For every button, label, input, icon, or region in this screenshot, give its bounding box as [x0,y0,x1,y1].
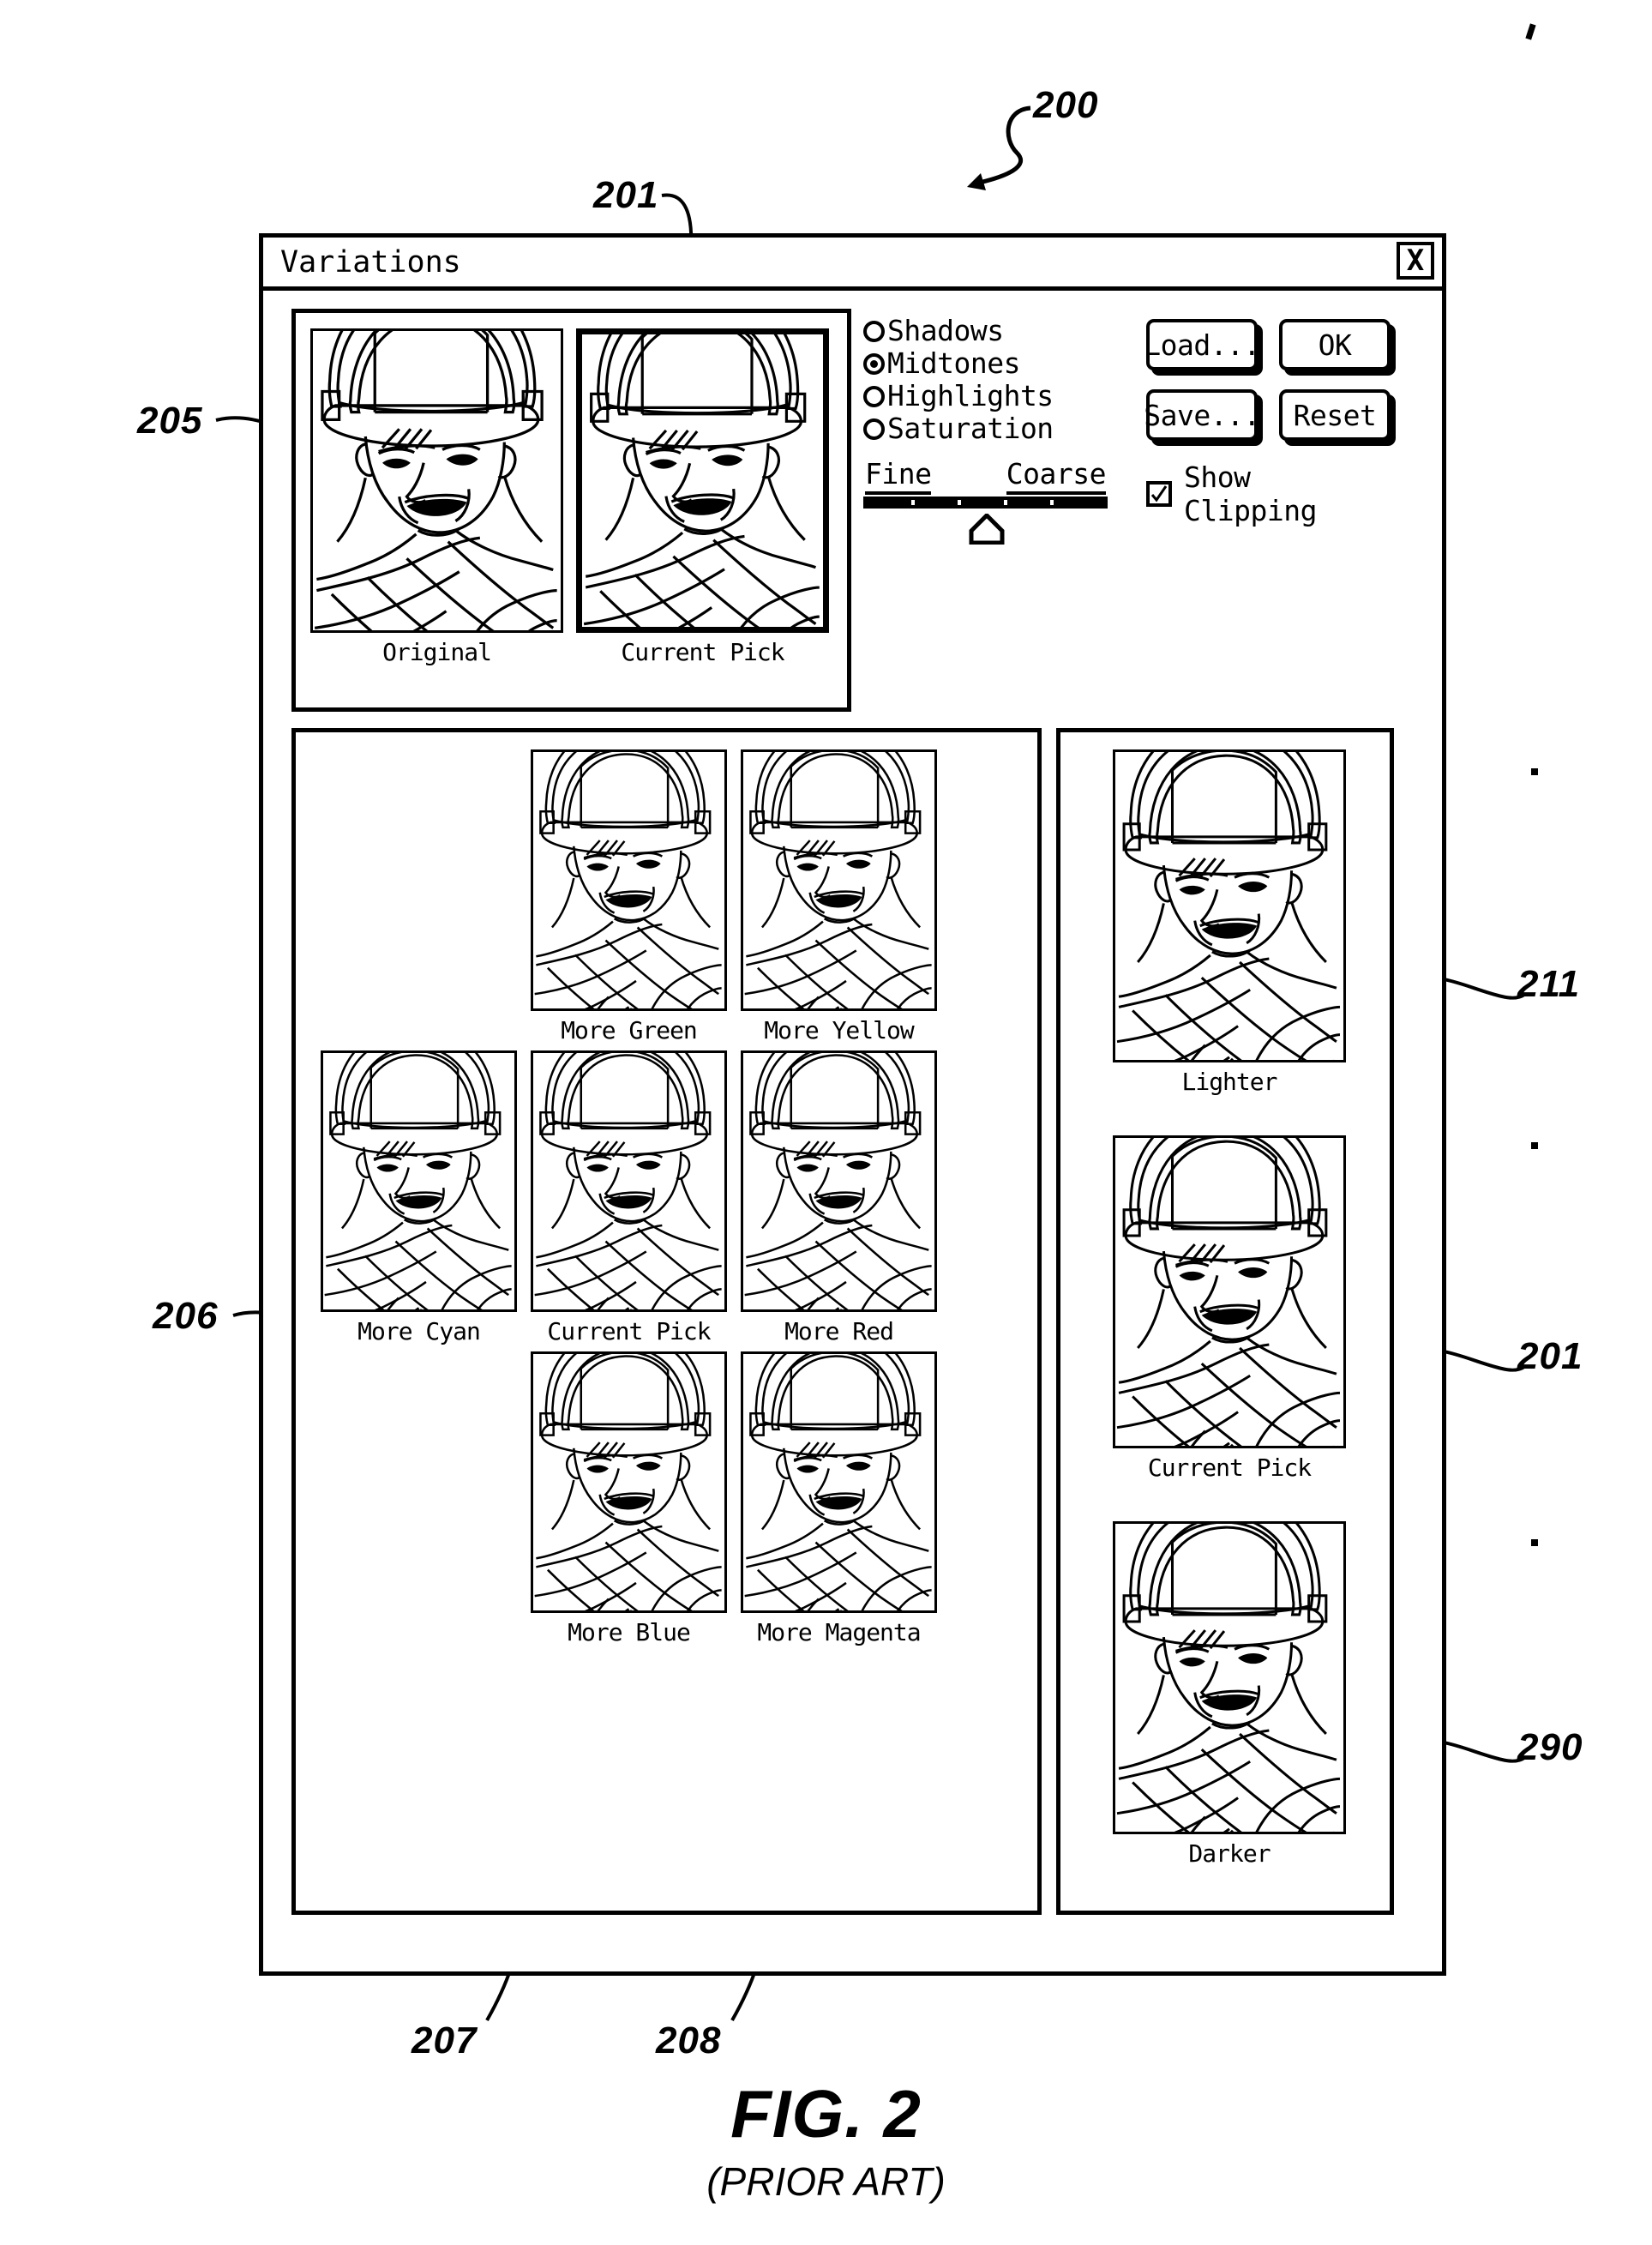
brightness-variations-column: Lighter Current Pick Darker [1056,728,1394,1915]
preview-panel: Original Current Pick [291,309,851,712]
variation-brightness-current-pick[interactable]: Current Pick [1113,1135,1346,1484]
save-button[interactable]: Save... [1144,389,1260,441]
load-button-label: Load... [1144,328,1260,362]
preview-original[interactable]: Original [310,328,563,668]
radio-midtones-label: Midtones [887,346,1020,380]
radio-circle-selected-icon[interactable] [863,352,885,375]
color-variations-grid: More Green More Yellow More Cyan Current… [291,728,1042,1915]
tonal-range-radio-group: Shadows Midtones Highlights Saturation [863,315,1054,445]
slider-tick [1050,500,1054,505]
dialog-title: Variations [280,245,461,280]
callout-207: 207 [411,2019,478,2061]
thumbnail-more-green[interactable] [531,749,727,1011]
thumbnail-more-yellow[interactable] [741,749,937,1011]
variations-dialog: Variations X Original Current Pick Shado… [259,233,1446,1976]
thumbnail-more-red[interactable] [741,1050,937,1312]
radio-midtones[interactable]: Midtones [863,347,1054,380]
scan-speck [1531,1142,1538,1149]
callout-201-right: 201 [1517,1335,1583,1377]
slider-coarse-label: Coarse [1006,457,1107,495]
variation-more-cyan-label: More Cyan [357,1317,481,1345]
variation-more-cyan[interactable]: More Cyan [321,1050,517,1347]
radio-shadows[interactable]: Shadows [863,315,1054,347]
variation-more-magenta[interactable]: More Magenta [741,1351,937,1648]
radio-circle-icon[interactable] [863,320,885,342]
slider-tick [1004,500,1007,505]
variation-more-red-label: More Red [784,1317,894,1345]
checkbox-checked-icon[interactable] [1146,481,1172,507]
dialog-titlebar: Variations X [263,238,1442,291]
variation-darker-label: Darker [1188,1839,1271,1868]
variation-more-yellow-label: More Yellow [764,1016,914,1044]
thumbnail-more-cyan[interactable] [321,1050,517,1312]
patent-figure-page: 200 201 205 203 202 201 204 206 211 201 … [0,0,1652,2245]
variation-more-red[interactable]: More Red [741,1050,937,1347]
radio-saturation-label: Saturation [887,412,1054,445]
thumbnail-darker[interactable] [1113,1521,1346,1834]
callout-205: 205 [137,400,203,442]
reset-button[interactable]: Reset [1279,389,1391,441]
thumbnail-brightness-current-pick[interactable] [1113,1135,1346,1448]
radio-circle-icon[interactable] [863,418,885,440]
slider-fine-label: Fine [865,457,932,495]
callout-200: 200 [1033,84,1099,126]
variation-lighter-label: Lighter [1181,1068,1277,1096]
show-clipping-label: Show Clipping [1184,460,1317,527]
variation-more-blue-label: More Blue [568,1618,691,1646]
close-x-icon[interactable]: X [1397,242,1434,280]
thumbnail-grid-current-pick[interactable] [531,1050,727,1312]
variation-more-magenta-label: More Magenta [757,1618,921,1646]
radio-highlights-label: Highlights [887,379,1054,412]
variation-current-pick[interactable]: Current Pick [531,1050,727,1347]
callout-208: 208 [656,2019,722,2061]
controls-panel: Shadows Midtones Highlights Saturation F [863,315,1395,545]
variation-more-green-label: More Green [561,1016,698,1044]
fine-coarse-slider[interactable]: Fine Coarse [863,457,1108,545]
callout-290: 290 [1517,1726,1583,1768]
variation-more-green[interactable]: More Green [531,749,727,1046]
scan-speck [1525,23,1536,40]
thumbnail-lighter[interactable] [1113,749,1346,1062]
slider-labels: Fine Coarse [863,457,1108,495]
figure-label: FIG. 2 [730,2076,922,2152]
thumbnail-more-magenta[interactable] [741,1351,937,1613]
scan-speck [1531,1539,1538,1546]
radio-shadows-label: Shadows [887,314,1004,347]
show-clipping-row[interactable]: Show Clipping [1146,460,1395,527]
variation-lighter[interactable]: Lighter [1113,749,1346,1098]
preview-current-pick-label: Current Pick [621,638,784,666]
load-button[interactable]: Load... [1144,319,1260,370]
variation-more-blue[interactable]: More Blue [531,1351,727,1648]
preview-current-pick[interactable]: Current Pick [576,328,829,668]
callout-206: 206 [153,1295,219,1337]
variation-more-yellow[interactable]: More Yellow [741,749,937,1046]
thumbnail-current-pick[interactable] [576,328,829,633]
scan-speck [1531,768,1538,775]
slider-tick [911,500,915,505]
reset-button-label: Reset [1293,398,1377,432]
thumbnail-more-blue[interactable] [531,1351,727,1613]
thumbnail-original[interactable] [310,328,563,633]
radio-saturation[interactable]: Saturation [863,412,1054,445]
variation-current-pick-label: Current Pick [547,1317,711,1345]
radio-highlights[interactable]: Highlights [863,380,1054,412]
radio-circle-icon[interactable] [863,385,885,407]
preview-original-label: Original [382,638,492,666]
figure-sublabel: (PRIOR ART) [706,2159,946,2204]
ok-button-label: OK [1318,328,1352,362]
callout-211: 211 [1517,963,1581,1005]
save-button-label: Save... [1144,398,1260,432]
callout-201-top: 201 [593,174,659,216]
variation-darker[interactable]: Darker [1113,1521,1346,1869]
figure-caption: FIG. 2 (PRIOR ART) [0,2075,1652,2205]
variation-brightness-current-pick-label: Current Pick [1147,1454,1312,1482]
slider-tick [958,500,961,505]
ok-button[interactable]: OK [1279,319,1391,370]
slider-track[interactable] [863,497,1108,545]
